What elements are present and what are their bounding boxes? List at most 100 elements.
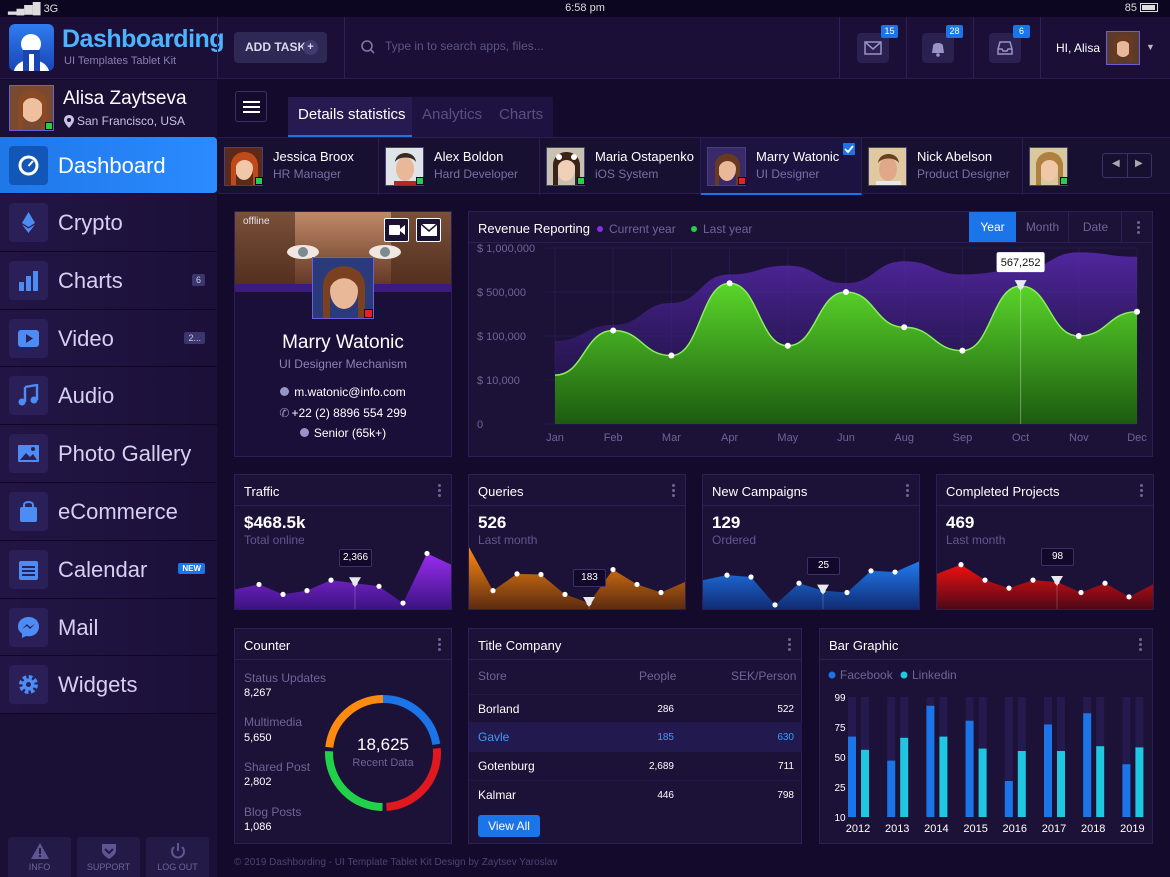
more-options-icon[interactable] bbox=[788, 638, 792, 653]
sparkline-point bbox=[796, 580, 802, 586]
tab-details-statistics[interactable]: Details statistics bbox=[288, 97, 416, 137]
more-options-icon[interactable] bbox=[672, 484, 676, 499]
notifications-button[interactable]: 28 bbox=[922, 25, 963, 63]
person-card[interactable]: Maria Ostapenko iOS System bbox=[540, 138, 701, 195]
nav-label: Charts bbox=[58, 267, 123, 293]
info-label: INFO bbox=[28, 862, 51, 872]
cell-store: Kalmar bbox=[478, 788, 517, 802]
table-row[interactable]: Gavle 185 630 bbox=[469, 723, 802, 752]
cell-sek: 798 bbox=[777, 790, 794, 801]
cell-people: 446 bbox=[657, 790, 674, 801]
chevron-down-icon[interactable]: ▼ bbox=[1146, 42, 1155, 52]
add-task-button[interactable]: ADD TASK + bbox=[234, 32, 327, 63]
profile-email[interactable]: m.watonic@info.com bbox=[235, 385, 451, 399]
legend-last-year: Last year bbox=[691, 222, 752, 236]
more-options-icon[interactable] bbox=[438, 484, 442, 499]
logout-button[interactable]: LOG OUT bbox=[146, 837, 209, 877]
nav-item-ecommerce[interactable]: eCommerce bbox=[0, 482, 217, 541]
y-tick-label: 25 bbox=[834, 783, 846, 794]
inbox-icon bbox=[997, 41, 1013, 55]
mini-card-title: Traffic bbox=[244, 484, 280, 499]
message-button[interactable] bbox=[416, 218, 441, 242]
view-all-button[interactable]: View All bbox=[478, 815, 540, 837]
battery-icon bbox=[1140, 3, 1158, 12]
sparkline-point bbox=[256, 581, 262, 588]
bar-facebook bbox=[926, 705, 935, 817]
nav-item-charts[interactable]: Charts 6 bbox=[0, 251, 217, 310]
mini-card-traffic: Traffic $468.5k Total online 2,366 bbox=[234, 474, 452, 610]
more-options-icon[interactable] bbox=[438, 638, 442, 653]
nav-item-audio[interactable]: Audio bbox=[0, 367, 217, 426]
card-header: New Campaigns bbox=[703, 475, 919, 506]
nav-item-video[interactable]: Video 2... bbox=[0, 309, 217, 368]
tab-analytics[interactable]: Analytics bbox=[412, 97, 493, 137]
segment-month[interactable]: Month bbox=[1017, 212, 1069, 242]
support-button[interactable]: SUPPORT bbox=[77, 837, 140, 877]
inbox-button[interactable]: 6 bbox=[989, 25, 1030, 63]
bar-facebook bbox=[1004, 781, 1013, 817]
counter-label: Blog Posts bbox=[244, 805, 302, 819]
cell-store: Gotenburg bbox=[478, 759, 535, 773]
person-card[interactable]: Alex Boldon Hard Developer bbox=[379, 138, 540, 195]
nav-item-calendar[interactable]: Calendar NEW bbox=[0, 540, 217, 599]
person-card[interactable] bbox=[1023, 138, 1083, 195]
video-camera-icon bbox=[389, 225, 405, 235]
person-card[interactable]: Jessica Broox HR Manager bbox=[218, 138, 379, 195]
x-tick-label: 2016 bbox=[1003, 823, 1027, 835]
bar-linkedin bbox=[939, 736, 948, 817]
chevron-right-icon[interactable]: ▶ bbox=[1135, 158, 1143, 169]
nav-item-dashboard[interactable]: Dashboard bbox=[0, 137, 217, 194]
nav-item-mail[interactable]: Mail bbox=[0, 598, 217, 657]
segment-year[interactable]: Year bbox=[969, 212, 1016, 242]
search-input[interactable] bbox=[385, 39, 685, 53]
sparkline-point bbox=[304, 588, 310, 594]
mini-card-tooltip: 25 bbox=[807, 556, 840, 575]
chevron-left-icon[interactable]: ◀ bbox=[1112, 158, 1120, 169]
x-tick-label: 2012 bbox=[846, 823, 870, 835]
more-options-icon[interactable] bbox=[906, 484, 910, 499]
nav-item-crypto[interactable]: Crypto bbox=[0, 194, 217, 252]
segment-date[interactable]: Date bbox=[1070, 212, 1122, 242]
more-options-icon[interactable] bbox=[1137, 221, 1141, 236]
speedometer-icon bbox=[9, 146, 48, 185]
person-card-selected[interactable]: Marry Watonic UI Designer bbox=[701, 138, 862, 195]
profile-phone[interactable]: ✆ +22 (2) 8896 554 299 bbox=[235, 406, 451, 420]
avatar[interactable] bbox=[1106, 31, 1140, 65]
battery-indicator: 85 bbox=[1125, 2, 1158, 14]
online-indicator bbox=[45, 122, 53, 130]
more-options-icon[interactable] bbox=[1139, 638, 1143, 653]
cell-sek: 630 bbox=[777, 732, 794, 743]
table-row[interactable]: Borland 286 522 bbox=[469, 694, 802, 723]
card-header: Completed Projects bbox=[937, 475, 1153, 506]
sparkline-point bbox=[958, 562, 964, 568]
counter-label: Status Updates bbox=[244, 671, 327, 685]
mini-card-title: New Campaigns bbox=[712, 484, 808, 499]
video-call-button[interactable] bbox=[384, 218, 409, 242]
nav-item-photo-gallery[interactable]: Photo Gallery bbox=[0, 425, 217, 483]
person-card[interactable]: Nick Abelson Product Designer bbox=[862, 138, 1023, 195]
x-tick-label: Aug bbox=[894, 432, 914, 444]
revenue-header: Revenue Reporting Current year Last year… bbox=[469, 212, 1152, 243]
cell-people: 185 bbox=[657, 732, 674, 743]
more-options-icon[interactable] bbox=[1140, 484, 1144, 499]
brand-logo[interactable] bbox=[9, 24, 54, 71]
mini-card-title: Completed Projects bbox=[946, 484, 1060, 499]
cell-sek: 522 bbox=[777, 704, 794, 715]
mail-button[interactable]: 15 bbox=[857, 25, 898, 63]
menu-toggle-button[interactable] bbox=[235, 91, 267, 122]
bell-icon bbox=[932, 43, 944, 57]
info-button[interactable]: INFO bbox=[8, 837, 71, 877]
counter-title: Counter bbox=[244, 638, 291, 653]
card-header: Bar Graphic bbox=[820, 629, 1152, 660]
counter-label: Shared Post bbox=[244, 760, 311, 774]
legend-label-facebook: Facebook bbox=[840, 668, 894, 682]
clock: 6:58 pm bbox=[565, 2, 605, 14]
table-row[interactable]: Kalmar 446 798 bbox=[469, 781, 802, 810]
nav-label: Video bbox=[58, 325, 114, 351]
table-row[interactable]: Gotenburg 2,689 711 bbox=[469, 752, 802, 781]
user-location: San Francisco, USA bbox=[77, 114, 186, 128]
tooltip-value: 567,252 bbox=[1001, 257, 1041, 269]
nav-item-widgets[interactable]: Widgets bbox=[0, 656, 217, 715]
card-header: Traffic bbox=[235, 475, 451, 506]
tab-charts[interactable]: Charts bbox=[489, 97, 554, 137]
